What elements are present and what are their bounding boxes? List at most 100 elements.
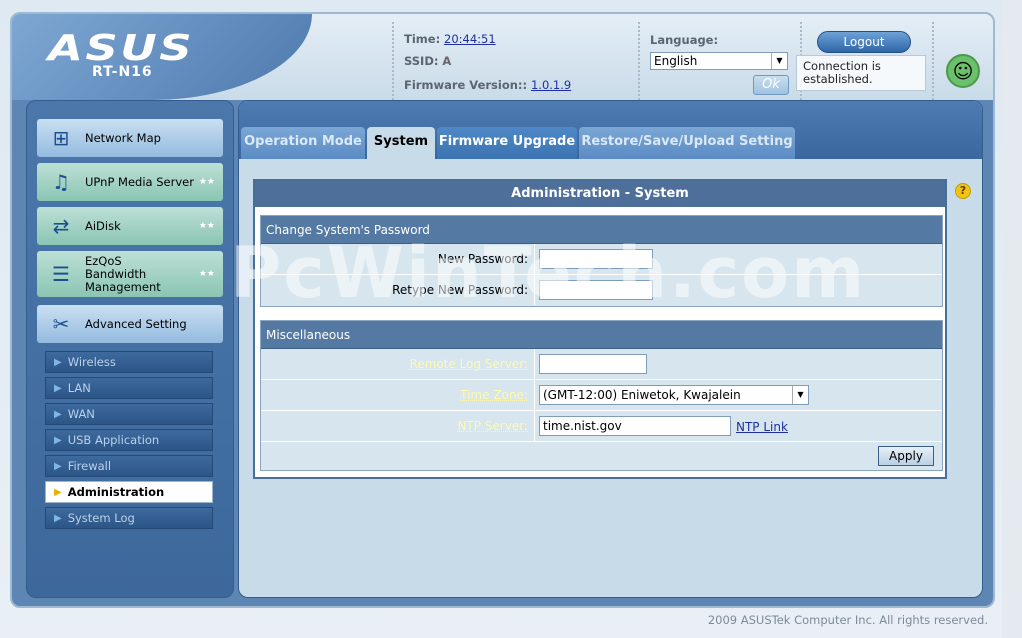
language-selected: English: [654, 54, 698, 68]
connection-status: Connection is established.: [796, 55, 926, 91]
submenu-label: WAN: [67, 407, 95, 421]
triangle-icon: ▶: [54, 356, 62, 368]
ntp-label[interactable]: NTP Server:: [261, 411, 534, 441]
firmware-info: Firmware Version:: 1.0.1.9: [404, 78, 571, 92]
tools-icon: ✂: [52, 312, 70, 336]
submenu-administration[interactable]: ▶ Administration: [45, 481, 213, 503]
retype-password-label: Retype New Password:: [392, 283, 528, 297]
submenu-label: System Log: [67, 511, 135, 525]
sidebar-item-advanced-setting[interactable]: ✂ Advanced Setting: [37, 305, 223, 343]
triangle-icon: ▶: [54, 486, 62, 498]
retype-password-input[interactable]: [539, 280, 653, 300]
sidebar-item-label: Advanced Setting: [85, 317, 187, 331]
right-margin: [1002, 0, 1022, 638]
retype-password-row: Retype New Password:: [261, 275, 942, 306]
submenu-lan[interactable]: ▶ LAN: [45, 377, 213, 399]
logout-button[interactable]: Logout: [817, 31, 911, 53]
triangle-icon: ▶: [54, 408, 62, 420]
aidisk-icon: ⇄: [52, 214, 70, 238]
sidebar-item-network-map[interactable]: ⊞ Network Map: [37, 119, 223, 157]
time-link[interactable]: 20:44:51: [444, 32, 496, 46]
submenu-label: USB Application: [67, 433, 160, 447]
remote-log-row: Remote Log Server:: [261, 349, 942, 380]
language-select[interactable]: English ▼: [650, 52, 788, 70]
submenu-label: Firewall: [67, 459, 112, 473]
remote-log-label[interactable]: Remote Log Server:: [261, 349, 534, 379]
mascot-icon: ☺: [946, 54, 980, 88]
ntp-server-input[interactable]: time.nist.gov: [539, 416, 731, 436]
remote-log-input[interactable]: [539, 354, 647, 374]
submenu-usb-application[interactable]: ▶ USB Application: [45, 429, 213, 451]
network-map-icon: ⊞: [52, 126, 70, 150]
new-password-label: New Password:: [437, 252, 528, 266]
tab-operation-mode[interactable]: Operation Mode: [241, 127, 365, 159]
sidebar-item-label: UPnP Media Server: [85, 175, 194, 189]
retype-password-cell: [534, 275, 942, 305]
tab-system[interactable]: System: [367, 127, 435, 159]
asus-logo: ASUS: [48, 28, 195, 69]
section-heading: Change System's Password: [261, 216, 942, 244]
tab-firmware-upgrade[interactable]: Firmware Upgrade: [437, 127, 577, 159]
stars-icon: ★★: [198, 221, 215, 231]
timezone-select[interactable]: (GMT-12:00) Eniwetok, Kwajalein ▼: [539, 385, 809, 405]
dropdown-arrow-icon: ▼: [771, 53, 787, 69]
sidebar-item-label: Network Map: [85, 131, 161, 145]
new-password-cell: [534, 244, 942, 274]
header: ASUS RT-N16 Time: 20:44:51 SSID: A Firmw…: [12, 14, 993, 100]
help-icon[interactable]: ?: [955, 183, 971, 199]
ntp-row: NTP Server: time.nist.gov NTP Link: [261, 411, 942, 442]
language-label: Language:: [650, 33, 719, 47]
sidebar-item-ezqos[interactable]: ☰ EzQoS Bandwidth Management ★★: [37, 251, 223, 297]
dropdown-arrow-icon: ▼: [792, 386, 808, 404]
sidebar-item-label: AiDisk: [85, 219, 121, 233]
triangle-icon: ▶: [54, 382, 62, 394]
remote-log-cell: [534, 349, 942, 379]
submenu-label: Administration: [67, 485, 165, 499]
sidebar-item-upnp-media-server[interactable]: ♫ UPnP Media Server ★★: [37, 163, 223, 201]
submenu-firewall[interactable]: ▶ Firewall: [45, 455, 213, 477]
submenu-wan[interactable]: ▶ WAN: [45, 403, 213, 425]
logo-banner: ASUS RT-N16: [12, 14, 312, 100]
panel-title: Administration - System: [255, 181, 945, 207]
ntp-link[interactable]: NTP Link: [736, 420, 788, 434]
new-password-row: New Password:: [261, 244, 942, 275]
model-name: RT-N16: [92, 64, 153, 80]
router-admin-frame: ASUS RT-N16 Time: 20:44:51 SSID: A Firmw…: [10, 12, 995, 608]
stars-icon: ★★: [198, 269, 215, 279]
apply-row: Apply: [261, 442, 942, 470]
content-panel: Operation Mode System Firmware Upgrade R…: [238, 100, 983, 598]
qos-icon: ☰: [52, 262, 70, 286]
sidebar-item-aidisk[interactable]: ⇄ AiDisk ★★: [37, 207, 223, 245]
triangle-icon: ▶: [54, 434, 62, 446]
firmware-label: Firmware Version::: [404, 78, 528, 92]
footer-copyright: 2009 ASUSTek Computer Inc. All rights re…: [707, 613, 988, 627]
tab-bar: Operation Mode System Firmware Upgrade R…: [239, 101, 982, 159]
apply-button[interactable]: Apply: [878, 446, 934, 466]
submenu-label: LAN: [67, 381, 91, 395]
misc-section: Miscellaneous Remote Log Server: Time Zo…: [260, 320, 943, 471]
header-divider: [392, 22, 394, 100]
submenu-wireless[interactable]: ▶ Wireless: [45, 351, 213, 373]
timezone-cell: (GMT-12:00) Eniwetok, Kwajalein ▼: [534, 380, 942, 410]
stars-icon: ★★: [198, 177, 215, 187]
triangle-icon: ▶: [54, 460, 62, 472]
header-divider: [932, 22, 934, 100]
ssid-value: A: [442, 54, 452, 68]
media-server-icon: ♫: [52, 170, 70, 194]
ssid-label: SSID:: [404, 54, 439, 68]
submenu-system-log[interactable]: ▶ System Log: [45, 507, 213, 529]
triangle-icon: ▶: [54, 512, 62, 524]
sidebar-item-label: EzQoS Bandwidth Management: [85, 253, 161, 294]
tab-restore-save-upload[interactable]: Restore/Save/Upload Setting: [579, 127, 795, 159]
password-section: Change System's Password New Password: R…: [260, 215, 943, 307]
sidebar: ⊞ Network Map ♫ UPnP Media Server ★★ ⇄ A…: [26, 100, 234, 598]
submenu-label: Wireless: [67, 355, 116, 369]
ok-button[interactable]: Ok: [753, 75, 789, 95]
ntp-cell: time.nist.gov NTP Link: [534, 411, 942, 441]
ssid-info: SSID: A: [404, 54, 451, 68]
firmware-link[interactable]: 1.0.1.9: [531, 78, 571, 92]
administration-panel: Administration - System Change System's …: [253, 179, 947, 479]
timezone-label[interactable]: Time Zone:: [261, 380, 534, 410]
time-label: Time:: [404, 32, 441, 46]
new-password-input[interactable]: [539, 249, 653, 269]
